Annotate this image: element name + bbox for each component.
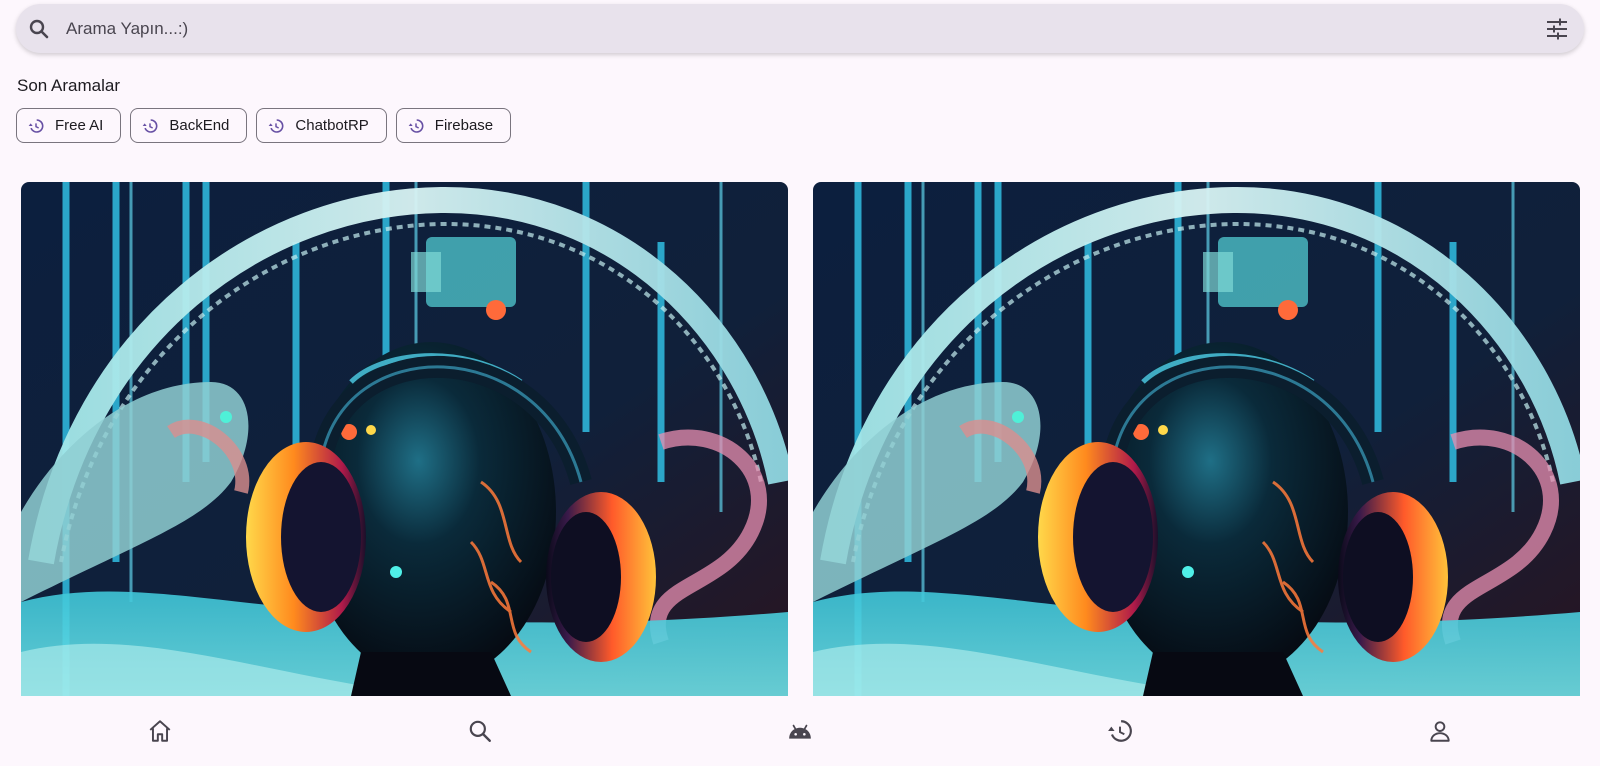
nav-home[interactable]: [0, 696, 320, 766]
search-input[interactable]: [64, 3, 1542, 54]
ai-art-image: [813, 182, 1580, 696]
recent-chip-backend[interactable]: BackEnd: [130, 108, 248, 143]
recent-chip-free-ai[interactable]: Free AI: [16, 108, 122, 143]
search-icon: [469, 720, 491, 742]
history-icon: [1108, 720, 1132, 742]
image-card[interactable]: [813, 182, 1580, 696]
nav-profile[interactable]: [1280, 696, 1600, 766]
chip-label: ChatbotRP: [295, 117, 369, 134]
chip-label: Free AI: [55, 117, 104, 134]
search-bar[interactable]: [16, 3, 1584, 54]
nav-history[interactable]: [960, 696, 1280, 766]
recent-chip-chatbotrp[interactable]: ChatbotRP: [256, 108, 387, 143]
nav-search[interactable]: [320, 696, 640, 766]
recent-searches-title: Son Aramalar: [17, 76, 120, 95]
image-card[interactable]: [21, 182, 788, 696]
home-icon: [149, 720, 171, 742]
search-icon: [26, 16, 52, 42]
app-root: Son Aramalar Free AI BackEnd: [0, 0, 1600, 766]
history-icon: [407, 117, 425, 135]
history-icon: [27, 117, 45, 135]
recent-search-chips: Free AI BackEnd ChatbotRP Firebase: [16, 108, 512, 143]
bottom-navigation: [0, 696, 1600, 766]
tune-icon[interactable]: [1542, 14, 1572, 44]
chip-label: Firebase: [434, 117, 494, 134]
nav-android[interactable]: [640, 696, 960, 766]
android-icon: [789, 724, 811, 739]
history-icon: [267, 117, 285, 135]
image-grid: [21, 182, 1580, 696]
chip-label: BackEnd: [169, 117, 230, 134]
history-icon: [141, 117, 159, 135]
ai-art-image: [21, 182, 788, 696]
person-icon: [1430, 721, 1450, 742]
recent-chip-firebase[interactable]: Firebase: [395, 108, 512, 143]
